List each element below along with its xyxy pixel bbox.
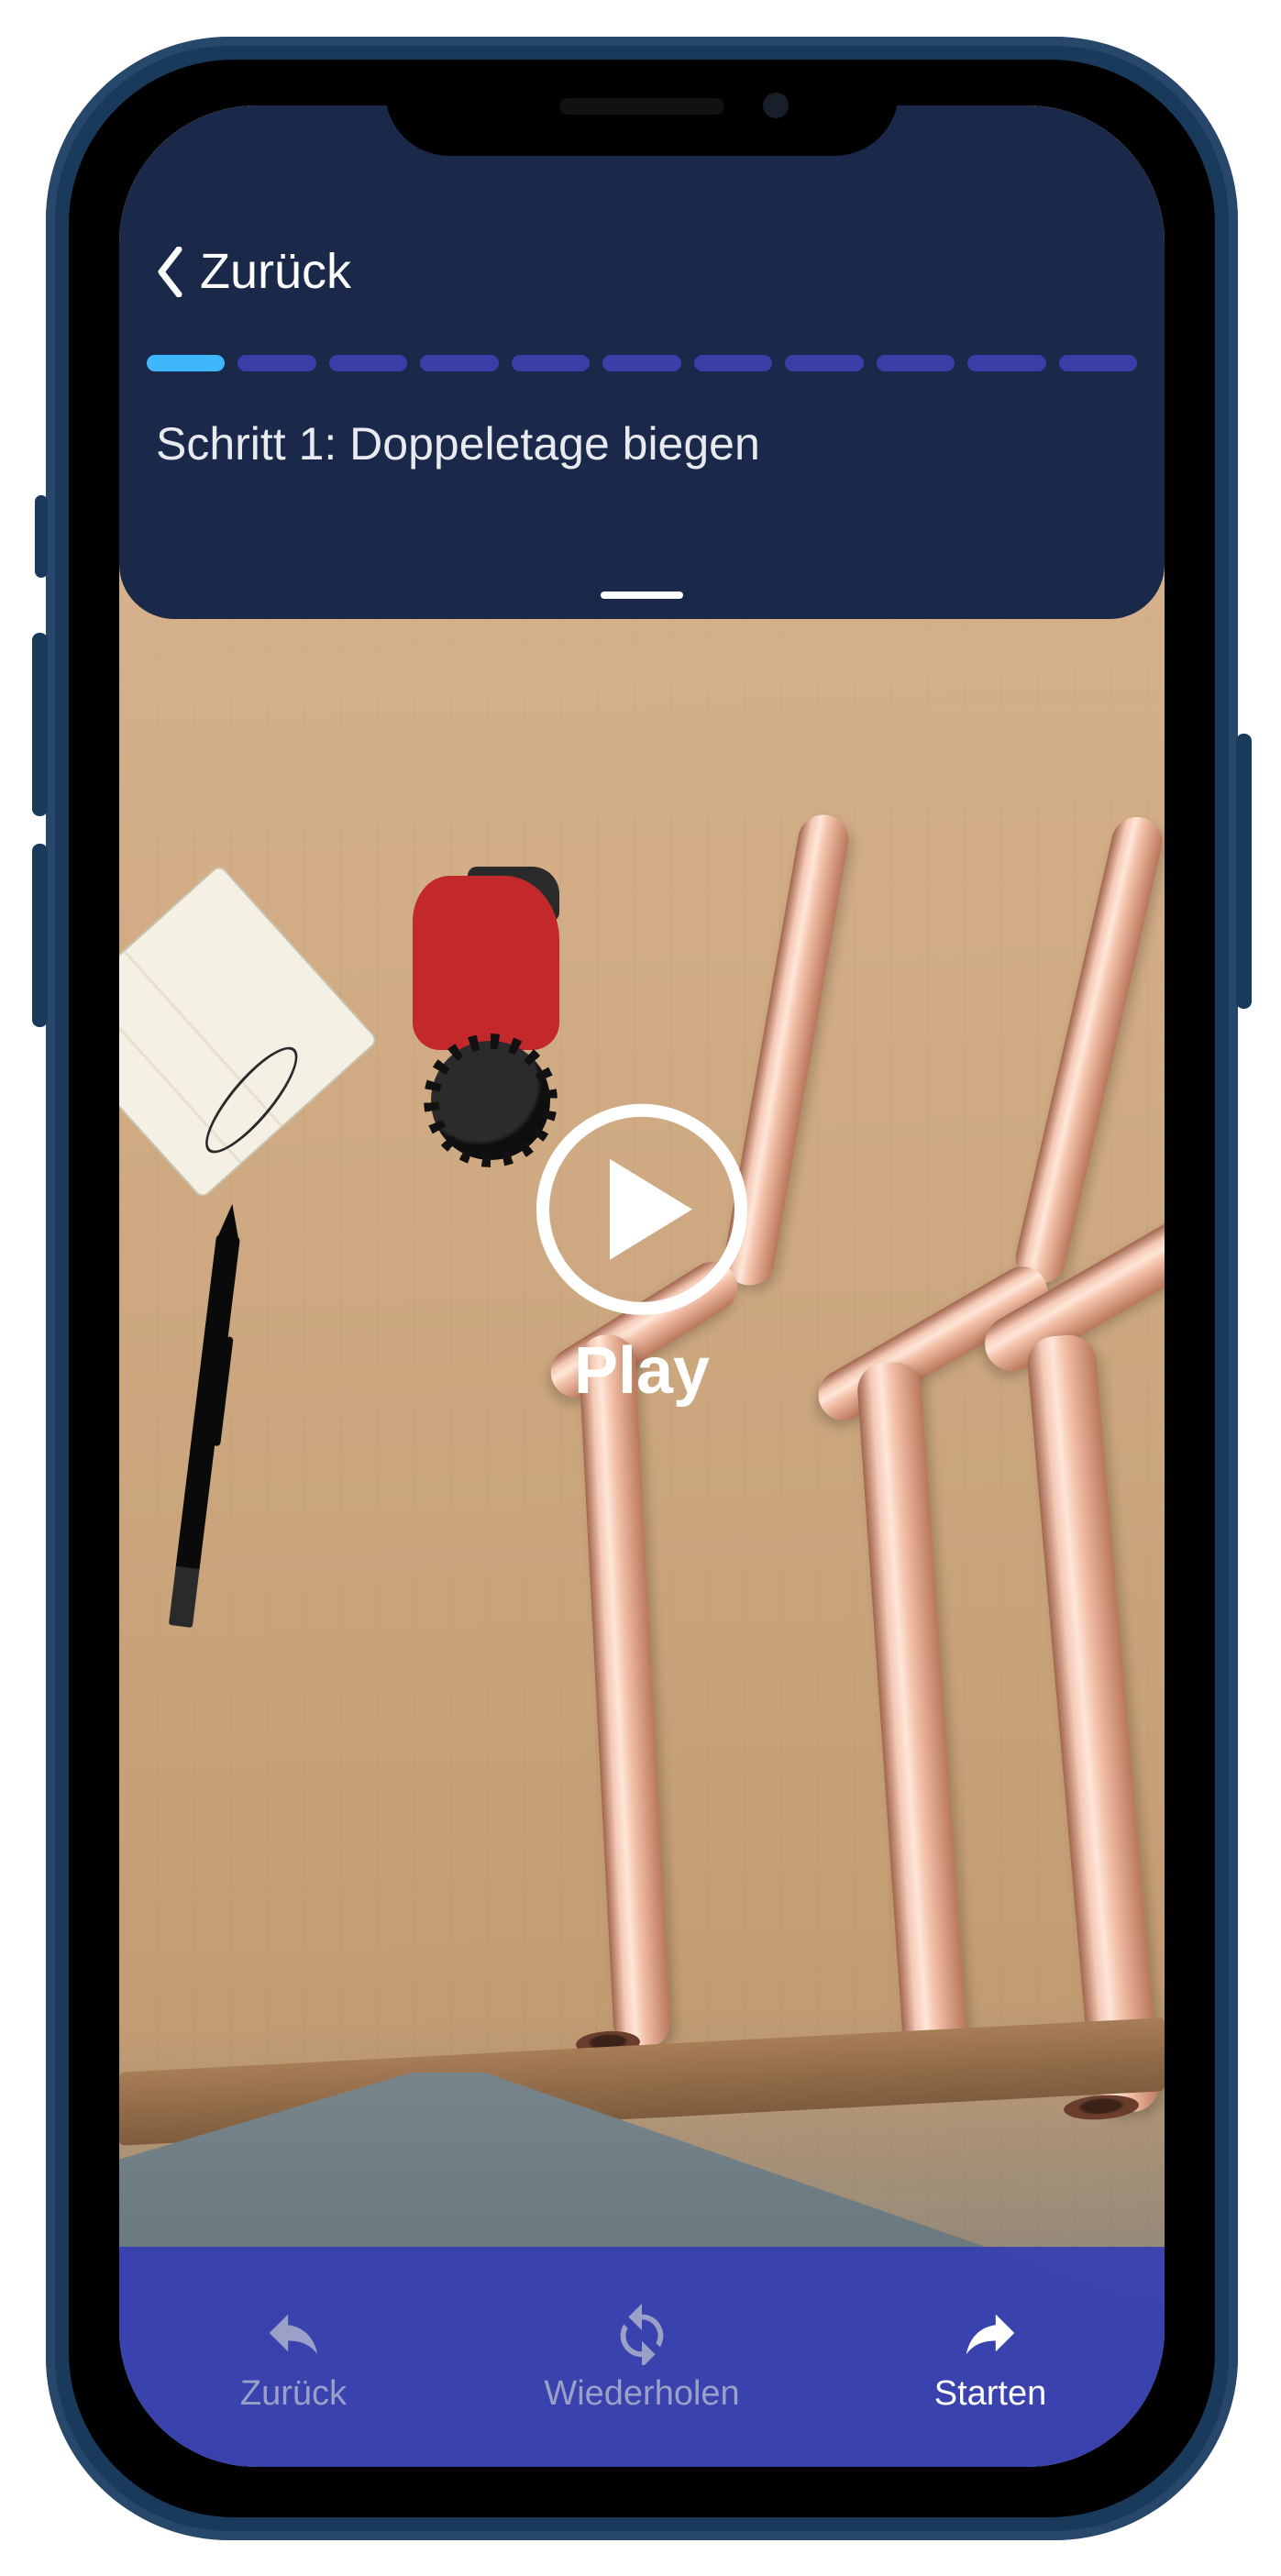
- ruler-prop: [119, 863, 380, 1200]
- progress-bar: [119, 300, 1165, 371]
- marker-pen-prop: [169, 1233, 240, 1628]
- chevron-left-icon: [156, 247, 183, 297]
- progress-segment[interactable]: [785, 355, 863, 371]
- phone-notch: [385, 60, 899, 156]
- app-stage: Play Zurück Schritt 1: Doppeletage biege…: [0, 0, 1281, 2576]
- progress-segment[interactable]: [694, 355, 772, 371]
- bottombar-item-repeat[interactable]: Wiederholen: [468, 2247, 816, 2467]
- progress-segment[interactable]: [602, 355, 680, 371]
- header-panel: Zurück Schritt 1: Doppeletage biegen: [119, 105, 1165, 619]
- bottombar-label: Starten: [934, 2374, 1047, 2414]
- progress-segment[interactable]: [877, 355, 955, 371]
- copper-pipe-3-end: [1063, 2093, 1140, 2122]
- progress-segment[interactable]: [1059, 355, 1137, 371]
- back-label: Zurück: [200, 243, 351, 300]
- bottombar-label: Wiederholen: [544, 2374, 739, 2414]
- reload-icon: [610, 2301, 674, 2365]
- progress-segment[interactable]: [512, 355, 590, 371]
- step-title: Schritt 1: Doppeletage biegen: [119, 371, 1165, 470]
- copper-pipe-1: [578, 1333, 672, 2051]
- copper-pipe-2: [1010, 812, 1165, 1288]
- mute-switch[interactable]: [35, 495, 48, 578]
- share-icon: [958, 2301, 1022, 2365]
- app-screen: Play Zurück Schritt 1: Doppeletage biege…: [119, 105, 1165, 2467]
- volume-down-button[interactable]: [32, 844, 48, 1027]
- progress-segment[interactable]: [147, 355, 225, 371]
- bottom-bar: Zurück Wiederholen Starten: [119, 2247, 1165, 2467]
- phone-frame: Play Zurück Schritt 1: Doppeletage biege…: [46, 37, 1238, 2540]
- drag-handle[interactable]: [601, 591, 683, 599]
- phone-bezel: Play Zurück Schritt 1: Doppeletage biege…: [69, 60, 1215, 2517]
- reply-icon: [261, 2301, 326, 2365]
- play-button[interactable]: Play: [536, 1103, 747, 1408]
- bottombar-item-back[interactable]: Zurück: [119, 2247, 468, 2467]
- progress-segment[interactable]: [237, 355, 315, 371]
- play-label: Play: [574, 1332, 710, 1408]
- back-button[interactable]: Zurück: [119, 243, 1165, 300]
- copper-pipe-2: [856, 1360, 969, 2069]
- progress-segment[interactable]: [329, 355, 407, 371]
- bottombar-label: Zurück: [240, 2374, 347, 2414]
- copper-pipe-3: [1025, 1332, 1162, 2115]
- power-button[interactable]: [1236, 734, 1252, 1009]
- play-icon: [536, 1103, 747, 1314]
- progress-segment[interactable]: [420, 355, 498, 371]
- progress-segment[interactable]: [967, 355, 1045, 371]
- volume-up-button[interactable]: [32, 633, 48, 816]
- bottombar-item-start[interactable]: Starten: [816, 2247, 1165, 2467]
